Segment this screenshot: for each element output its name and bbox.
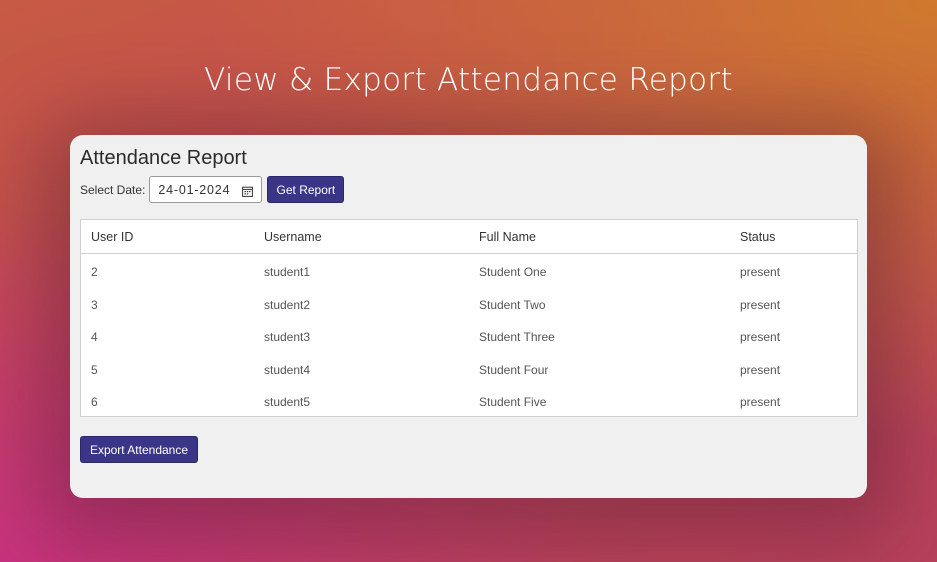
cell-full-name: Student Two <box>479 297 546 312</box>
table-row: 5 student4 Student Four present <box>81 354 857 387</box>
attendance-card: Attendance Report Select Date: 24-01-202… <box>70 135 867 498</box>
cell-full-name: Student One <box>479 265 547 280</box>
get-report-button[interactable]: Get Report <box>267 176 345 203</box>
date-input[interactable]: 24-01-2024 <box>149 176 263 203</box>
cell-full-name: Student Five <box>479 395 547 410</box>
table-row: 4 student3 Student Three present <box>81 321 857 354</box>
cell-user-id: 2 <box>91 265 98 280</box>
cell-status: present <box>740 297 781 312</box>
export-attendance-button[interactable]: Export Attendance <box>80 436 198 463</box>
card-title: Attendance Report <box>80 147 247 169</box>
cell-full-name: Student Four <box>479 362 549 377</box>
date-label: Select Date: <box>80 182 146 197</box>
cell-username: student2 <box>264 297 311 312</box>
cell-username: student1 <box>264 265 311 280</box>
cell-user-id: 5 <box>91 362 98 377</box>
cell-user-id: 4 <box>91 330 98 345</box>
table-header-row: User ID Username Full Name Status <box>81 220 857 254</box>
table-row: 6 student5 Student Five present <box>81 386 857 419</box>
cell-username: student3 <box>264 330 311 345</box>
cell-status: present <box>740 265 781 280</box>
cell-status: present <box>740 395 781 410</box>
cell-status: present <box>740 330 781 345</box>
cell-username: student4 <box>264 362 311 377</box>
date-value: 24-01-2024 <box>158 182 231 197</box>
cell-user-id: 3 <box>91 297 98 312</box>
header-status: Status <box>730 220 857 254</box>
header-username: Username <box>254 220 469 254</box>
page-title: View & Export Attendance Report <box>204 62 733 98</box>
cell-user-id: 6 <box>91 395 98 410</box>
cell-status: present <box>740 362 781 377</box>
attendance-table: User ID Username Full Name Status 2 stud… <box>81 220 857 419</box>
cell-username: student5 <box>264 395 311 410</box>
date-selector-row: Select Date: 24-01-2024 Get Report <box>80 176 345 203</box>
table-row: 3 student2 Student Two present <box>81 289 857 322</box>
calendar-icon[interactable] <box>242 184 254 197</box>
cell-full-name: Student Three <box>479 330 555 345</box>
table-row: 2 student1 Student One present <box>81 254 857 289</box>
attendance-table-container: User ID Username Full Name Status 2 stud… <box>80 219 858 417</box>
header-user-id: User ID <box>81 220 254 254</box>
header-full-name: Full Name <box>469 220 730 254</box>
